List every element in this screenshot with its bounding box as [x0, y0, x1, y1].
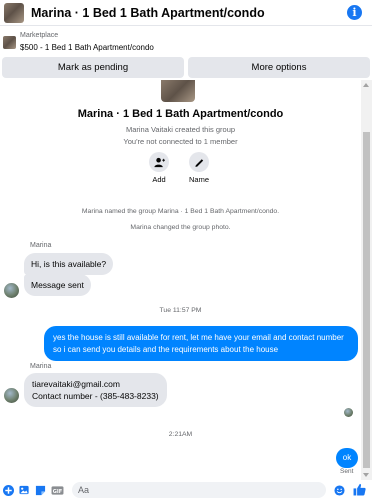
name-label: Name: [188, 175, 209, 184]
emoji-icon[interactable]: [334, 485, 345, 496]
marketplace-listing[interactable]: Marketplace $500 - 1 Bed 1 Bath Apartmen…: [0, 28, 372, 56]
scroll-up-arrow-icon[interactable]: [363, 83, 369, 87]
add-label: Add: [152, 175, 166, 184]
sender-name: Marina: [30, 363, 52, 370]
thumbs-up-icon[interactable]: [353, 483, 366, 496]
listing-title[interactable]: $500 - 1 Bed 1 Bath Apartment/condo: [20, 43, 154, 52]
plus-icon[interactable]: [3, 485, 14, 496]
marketplace-label: Marketplace: [20, 32, 59, 39]
connection-status: You're not connected to 1 member: [123, 137, 238, 146]
timestamp: 2:21AM: [168, 431, 193, 438]
outgoing-message[interactable]: ok: [336, 448, 358, 468]
outgoing-message[interactable]: yes the house is still available for ren…: [44, 326, 358, 361]
name-group-button[interactable]: Name: [179, 152, 219, 188]
system-message-renamed: Marina named the group Marina · 1 Bed 1 …: [81, 208, 280, 215]
listing-actions: Mark as pending More options: [0, 57, 372, 79]
chat-header: Marina · 1 Bed 1 Bath Apartment/condo i: [0, 0, 372, 26]
listing-thumbnail: [3, 36, 16, 49]
message-composer: GIF Aa: [0, 480, 372, 500]
avatar[interactable]: [4, 388, 19, 403]
group-name: Marina · 1 Bed 1 Bath Apartment/condo: [77, 108, 284, 120]
incoming-message[interactable]: Hi, is this available?: [24, 253, 114, 275]
incoming-message[interactable]: tiarevaitaki@gmail.com Contact number - …: [24, 373, 167, 407]
sender-name: Marina: [30, 242, 52, 249]
scroll-down-arrow-icon[interactable]: [363, 473, 369, 477]
chat-title[interactable]: Marina · 1 Bed 1 Bath Apartment/condo: [31, 6, 265, 20]
message-input[interactable]: Aa: [72, 482, 326, 498]
timestamp: Tue 11:57 PM: [159, 307, 202, 314]
info-icon[interactable]: i: [347, 5, 362, 20]
sent-status: Sent: [340, 468, 354, 475]
svg-text:GIF: GIF: [53, 489, 63, 495]
gif-icon[interactable]: GIF: [51, 485, 64, 496]
sticker-icon[interactable]: [35, 485, 46, 496]
image-icon[interactable]: [19, 485, 30, 496]
add-member-button[interactable]: Add: [139, 152, 179, 188]
scrollbar-thumb[interactable]: [363, 132, 370, 468]
group-created-text: Marina Vaitaki created this group: [125, 125, 236, 134]
more-options-button[interactable]: More options: [188, 57, 370, 78]
group-thumbnail[interactable]: [4, 2, 24, 23]
mark-as-pending-button[interactable]: Mark as pending: [2, 57, 184, 78]
pencil-icon: [189, 152, 209, 172]
read-receipt-avatar: [344, 408, 353, 417]
contact-number-text: Contact number - (385-483-8233): [32, 391, 159, 401]
system-message-photo: Marina changed the group photo.: [130, 224, 231, 231]
message-list[interactable]: Marina · 1 Bed 1 Bath Apartment/condo Ma…: [0, 80, 361, 480]
email-text: tiarevaitaki@gmail.com: [32, 379, 120, 389]
avatar[interactable]: [4, 283, 19, 298]
scrollbar[interactable]: [361, 80, 372, 480]
add-person-icon: [149, 152, 169, 172]
incoming-message[interactable]: Message sent: [24, 274, 91, 296]
group-photo: [161, 80, 195, 102]
